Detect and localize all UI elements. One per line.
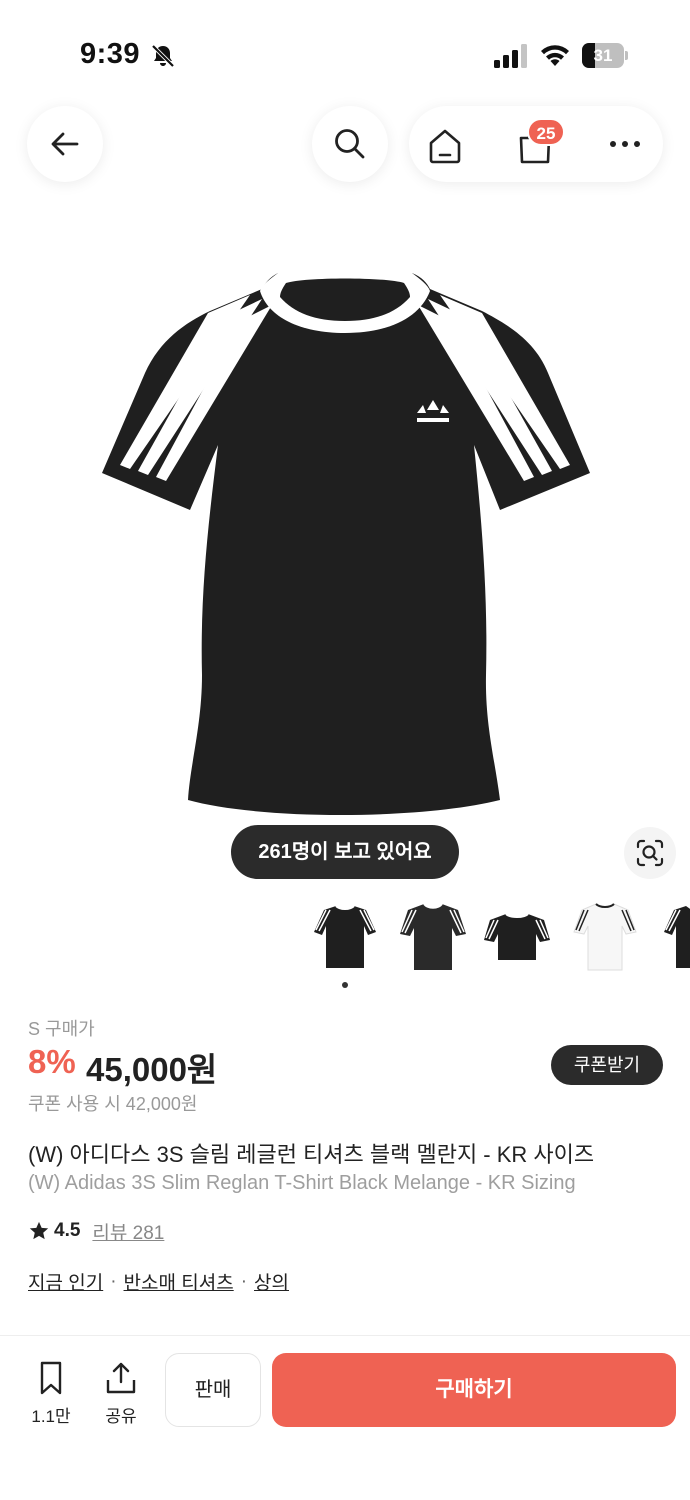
status-bar: 9:39 31	[0, 0, 690, 100]
discount-rate: 8%	[28, 1043, 76, 1080]
home-icon[interactable]	[423, 124, 467, 168]
lens-search-button[interactable]	[624, 827, 676, 879]
thumbnail-5[interactable]	[660, 900, 690, 972]
nav-actions-pill: 25	[409, 106, 663, 182]
bell-muted-icon	[151, 44, 175, 68]
product-image[interactable]	[90, 255, 600, 830]
get-coupon-button[interactable]: 쿠폰받기	[551, 1045, 663, 1085]
category-separator: ·	[240, 1270, 248, 1292]
category-link-short-sleeve[interactable]: 반소매 티셔츠	[124, 1268, 234, 1295]
category-separator: ·	[110, 1270, 117, 1292]
share-label: 공유	[105, 1407, 137, 1426]
buy-button[interactable]: 구매하기	[272, 1353, 676, 1427]
size-price-label: S 구매가	[28, 1019, 95, 1039]
battery-level: 31	[593, 46, 613, 65]
sell-button[interactable]: 판매	[165, 1353, 261, 1427]
coupon-price: 쿠폰 사용 시 42,000원	[28, 1094, 198, 1114]
category-breadcrumb: 지금 인기 · 반소매 티셔츠 · 상의	[28, 1268, 289, 1295]
battery-icon: 31	[582, 43, 628, 68]
star-icon	[29, 1221, 49, 1240]
category-link-tops[interactable]: 상의	[254, 1268, 289, 1295]
category-link-trending[interactable]: 지금 인기	[28, 1268, 103, 1295]
bottom-action-bar: 1.1만 공유 판매 구매하기	[0, 1336, 690, 1500]
arrow-left-icon	[51, 132, 79, 156]
bookmark-icon	[40, 1361, 62, 1395]
back-button[interactable]	[27, 106, 103, 182]
share-button[interactable]: 공유	[96, 1360, 146, 1430]
thumbnail-4[interactable]	[570, 900, 640, 972]
wifi-icon	[541, 45, 569, 66]
thumbnail-page-indicator	[342, 982, 348, 988]
thumbnail-2[interactable]	[398, 900, 468, 972]
viewers-count-pill: 261명이 보고 있어요	[231, 825, 459, 879]
cellular-signal-icon	[494, 44, 527, 68]
bookmark-button[interactable]: 1.1만	[26, 1360, 76, 1430]
product-title-ko: (W) 아디다스 3S 슬림 레글런 티셔츠 블랙 멜란지 - KR 사이즈	[28, 1142, 595, 1167]
thumbnail-3[interactable]	[482, 900, 552, 972]
thumbnail-strip	[310, 900, 690, 972]
search-button[interactable]	[312, 106, 388, 182]
product-title-en: (W) Adidas 3S Slim Reglan T-Shirt Black …	[28, 1172, 576, 1194]
sale-price: 45,000원	[86, 1051, 218, 1088]
review-link[interactable]: 리뷰 281	[92, 1218, 164, 1245]
lens-search-icon	[636, 839, 664, 867]
thumbnail-1[interactable]	[310, 900, 380, 972]
share-icon	[106, 1362, 136, 1394]
rating-value: 4.5	[54, 1220, 81, 1241]
cart-count-badge: 25	[527, 118, 565, 146]
status-time: 9:39	[80, 38, 141, 70]
more-dots-icon[interactable]	[605, 132, 645, 156]
bookmark-count: 1.1만	[31, 1407, 71, 1426]
rating-row: 4.5 리뷰 281	[28, 1218, 164, 1244]
search-icon	[335, 129, 365, 159]
